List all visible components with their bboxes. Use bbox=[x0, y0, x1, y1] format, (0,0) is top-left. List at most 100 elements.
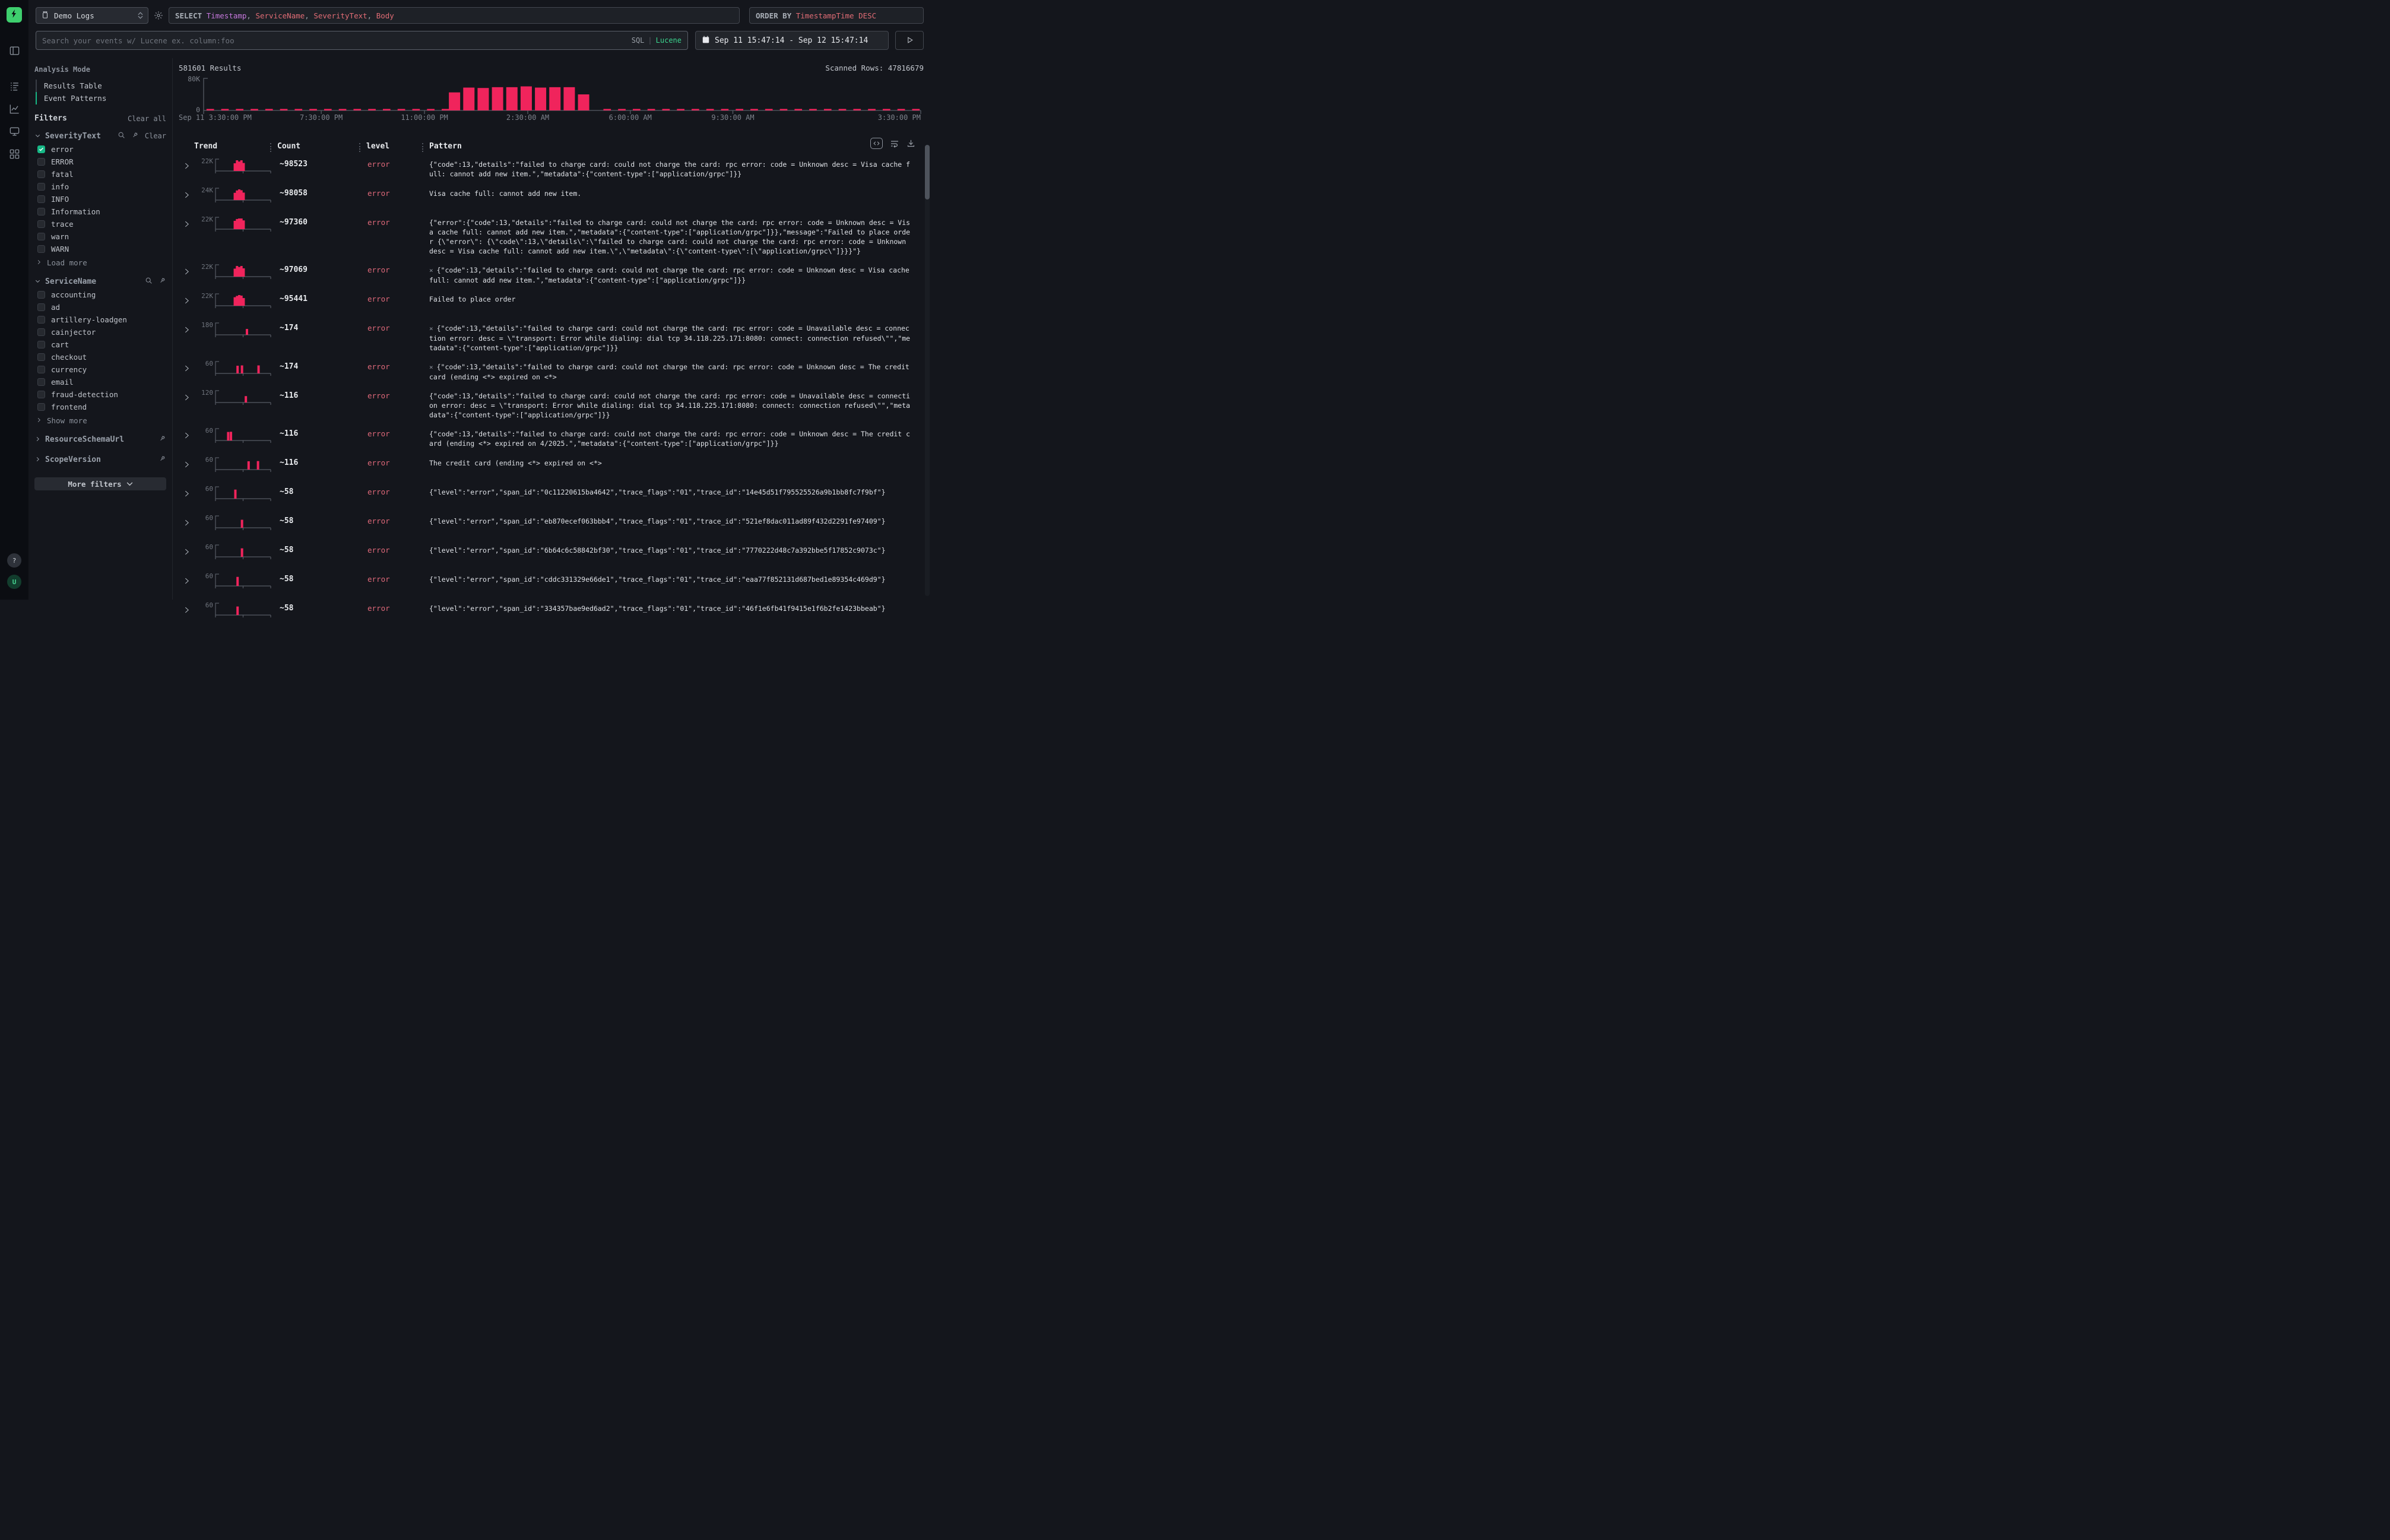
histogram-bar[interactable] bbox=[780, 109, 788, 111]
histogram-bar[interactable] bbox=[449, 93, 460, 110]
histogram-bar[interactable] bbox=[324, 109, 332, 111]
column-header-count[interactable]: Count bbox=[277, 142, 366, 151]
excluded-x-icon[interactable]: × bbox=[429, 325, 433, 332]
date-range-picker[interactable]: Sep 11 15:47:14 - Sep 12 15:47:14 bbox=[695, 31, 889, 50]
table-row[interactable]: 60~116errorThe credit card (ending <*> e… bbox=[179, 452, 924, 481]
table-row[interactable]: 120~116error{"code":13,"details":"failed… bbox=[179, 385, 924, 423]
facet-more-link[interactable]: Load more bbox=[34, 255, 166, 268]
histogram-bar[interactable] bbox=[207, 109, 214, 111]
panel-left-icon[interactable] bbox=[7, 43, 21, 58]
logs-icon[interactable] bbox=[7, 79, 21, 93]
layout-grid-icon[interactable] bbox=[7, 147, 21, 161]
histogram-bar[interactable] bbox=[603, 109, 611, 111]
filter-option-info[interactable]: info bbox=[34, 180, 166, 193]
excluded-x-icon[interactable]: × bbox=[429, 267, 433, 274]
filter-option-fraud-detection[interactable]: fraud-detection bbox=[34, 388, 166, 401]
histogram-bar[interactable] bbox=[883, 109, 890, 111]
histogram-bar[interactable] bbox=[706, 109, 714, 111]
histogram-bar[interactable] bbox=[563, 87, 575, 110]
histogram-bar[interactable] bbox=[633, 109, 641, 111]
table-row[interactable]: 60~58error{"level":"error","span_id":"cd… bbox=[179, 568, 924, 597]
checkbox-unchecked[interactable] bbox=[37, 303, 45, 311]
filter-option-ERROR[interactable]: ERROR bbox=[34, 156, 166, 168]
filter-option-fatal[interactable]: fatal bbox=[34, 168, 166, 180]
histogram-bar[interactable] bbox=[413, 109, 420, 111]
vertical-scrollbar[interactable] bbox=[925, 145, 930, 596]
histogram-bar[interactable] bbox=[750, 109, 758, 111]
help-button[interactable]: ? bbox=[7, 553, 21, 568]
histogram-bar[interactable] bbox=[824, 109, 832, 111]
expand-row-chevron-icon[interactable] bbox=[179, 484, 194, 500]
histogram-bar[interactable] bbox=[549, 87, 560, 110]
checkbox-unchecked[interactable] bbox=[37, 366, 45, 373]
histogram-bar[interactable] bbox=[794, 109, 802, 111]
histogram-bar[interactable] bbox=[736, 109, 743, 111]
expand-row-chevron-icon[interactable] bbox=[179, 262, 194, 278]
table-row[interactable]: 24K~98058errorVisa cache full: cannot ad… bbox=[179, 182, 924, 211]
expand-row-chevron-icon[interactable] bbox=[179, 543, 194, 558]
histogram-bar[interactable] bbox=[663, 109, 670, 111]
checkbox-unchecked[interactable] bbox=[37, 316, 45, 324]
select-query-input[interactable]: SELECT Timestamp, ServiceName, SeverityT… bbox=[169, 7, 740, 24]
histogram-bar[interactable] bbox=[853, 109, 861, 111]
filter-option-currency[interactable]: currency bbox=[34, 363, 166, 376]
facet-header-ScopeVersion[interactable]: ScopeVersion bbox=[34, 452, 166, 467]
source-select[interactable]: Demo Logs bbox=[36, 7, 148, 24]
line-chart-icon[interactable] bbox=[7, 102, 21, 116]
histogram-bar[interactable] bbox=[265, 109, 273, 111]
filter-option-WARN[interactable]: WARN bbox=[34, 243, 166, 255]
table-row[interactable]: 60~58error{"level":"error","span_id":"0c… bbox=[179, 481, 924, 510]
filter-option-error[interactable]: error bbox=[34, 143, 166, 156]
checkbox-unchecked[interactable] bbox=[37, 183, 45, 191]
table-row[interactable]: 22K~97069error×{"code":13,"details":"fai… bbox=[179, 259, 924, 288]
histogram-bar[interactable] bbox=[477, 88, 489, 110]
table-row[interactable]: 60~58error{"level":"error","span_id":"eb… bbox=[179, 510, 924, 539]
checkbox-unchecked[interactable] bbox=[37, 158, 45, 166]
checkbox-unchecked[interactable] bbox=[37, 403, 45, 411]
histogram-bar[interactable] bbox=[463, 88, 474, 110]
filter-option-accounting[interactable]: accounting bbox=[34, 289, 166, 301]
pin-icon[interactable] bbox=[131, 131, 139, 141]
excluded-x-icon[interactable]: × bbox=[429, 363, 433, 371]
checkbox-checked[interactable] bbox=[37, 145, 45, 153]
search-icon[interactable] bbox=[118, 131, 125, 141]
filter-option-Information[interactable]: Information bbox=[34, 205, 166, 218]
histogram-bar[interactable] bbox=[535, 88, 546, 110]
pin-icon[interactable] bbox=[159, 455, 166, 464]
table-row[interactable]: 22K~97360error{"error":{"code":13,"detai… bbox=[179, 211, 924, 259]
expand-row-chevron-icon[interactable] bbox=[179, 321, 194, 336]
histogram-bar[interactable] bbox=[839, 109, 847, 111]
checkbox-unchecked[interactable] bbox=[37, 291, 45, 299]
expand-row-chevron-icon[interactable] bbox=[179, 291, 194, 307]
checkbox-unchecked[interactable] bbox=[37, 170, 45, 178]
table-row[interactable]: 60~58error{"level":"error","span_id":"33… bbox=[179, 597, 924, 626]
checkbox-unchecked[interactable] bbox=[37, 341, 45, 348]
checkbox-unchecked[interactable] bbox=[37, 391, 45, 398]
histogram-bar[interactable] bbox=[765, 109, 773, 111]
expand-row-chevron-icon[interactable] bbox=[179, 359, 194, 375]
expand-row-chevron-icon[interactable] bbox=[179, 514, 194, 529]
facet-header-SeverityText[interactable]: SeverityTextClear bbox=[34, 129, 166, 143]
checkbox-unchecked[interactable] bbox=[37, 220, 45, 228]
table-row[interactable]: 60~174error×{"code":13,"details":"failed… bbox=[179, 356, 924, 385]
histogram-bar[interactable] bbox=[912, 109, 920, 111]
sidebar-mode-event-patterns[interactable]: Event Patterns bbox=[36, 92, 166, 104]
avatar[interactable]: U bbox=[7, 575, 21, 589]
lucene-toggle[interactable]: Lucene bbox=[656, 36, 682, 45]
histogram-bar[interactable] bbox=[221, 109, 229, 111]
histogram-bar[interactable] bbox=[692, 109, 699, 111]
filter-option-ad[interactable]: ad bbox=[34, 301, 166, 313]
clear-all-button[interactable]: Clear all bbox=[128, 115, 166, 123]
pin-icon[interactable] bbox=[159, 277, 166, 286]
expand-row-chevron-icon[interactable] bbox=[179, 426, 194, 442]
checkbox-unchecked[interactable] bbox=[37, 245, 45, 253]
expand-row-chevron-icon[interactable] bbox=[179, 388, 194, 404]
expand-row-chevron-icon[interactable] bbox=[179, 601, 194, 616]
histogram-bar[interactable] bbox=[353, 109, 361, 111]
column-header-trend[interactable]: Trend bbox=[194, 142, 277, 151]
checkbox-unchecked[interactable] bbox=[37, 353, 45, 361]
histogram-bar[interactable] bbox=[618, 109, 626, 111]
histogram-bar[interactable] bbox=[578, 94, 589, 110]
filter-option-email[interactable]: email bbox=[34, 376, 166, 388]
histogram-bar[interactable] bbox=[251, 109, 258, 111]
